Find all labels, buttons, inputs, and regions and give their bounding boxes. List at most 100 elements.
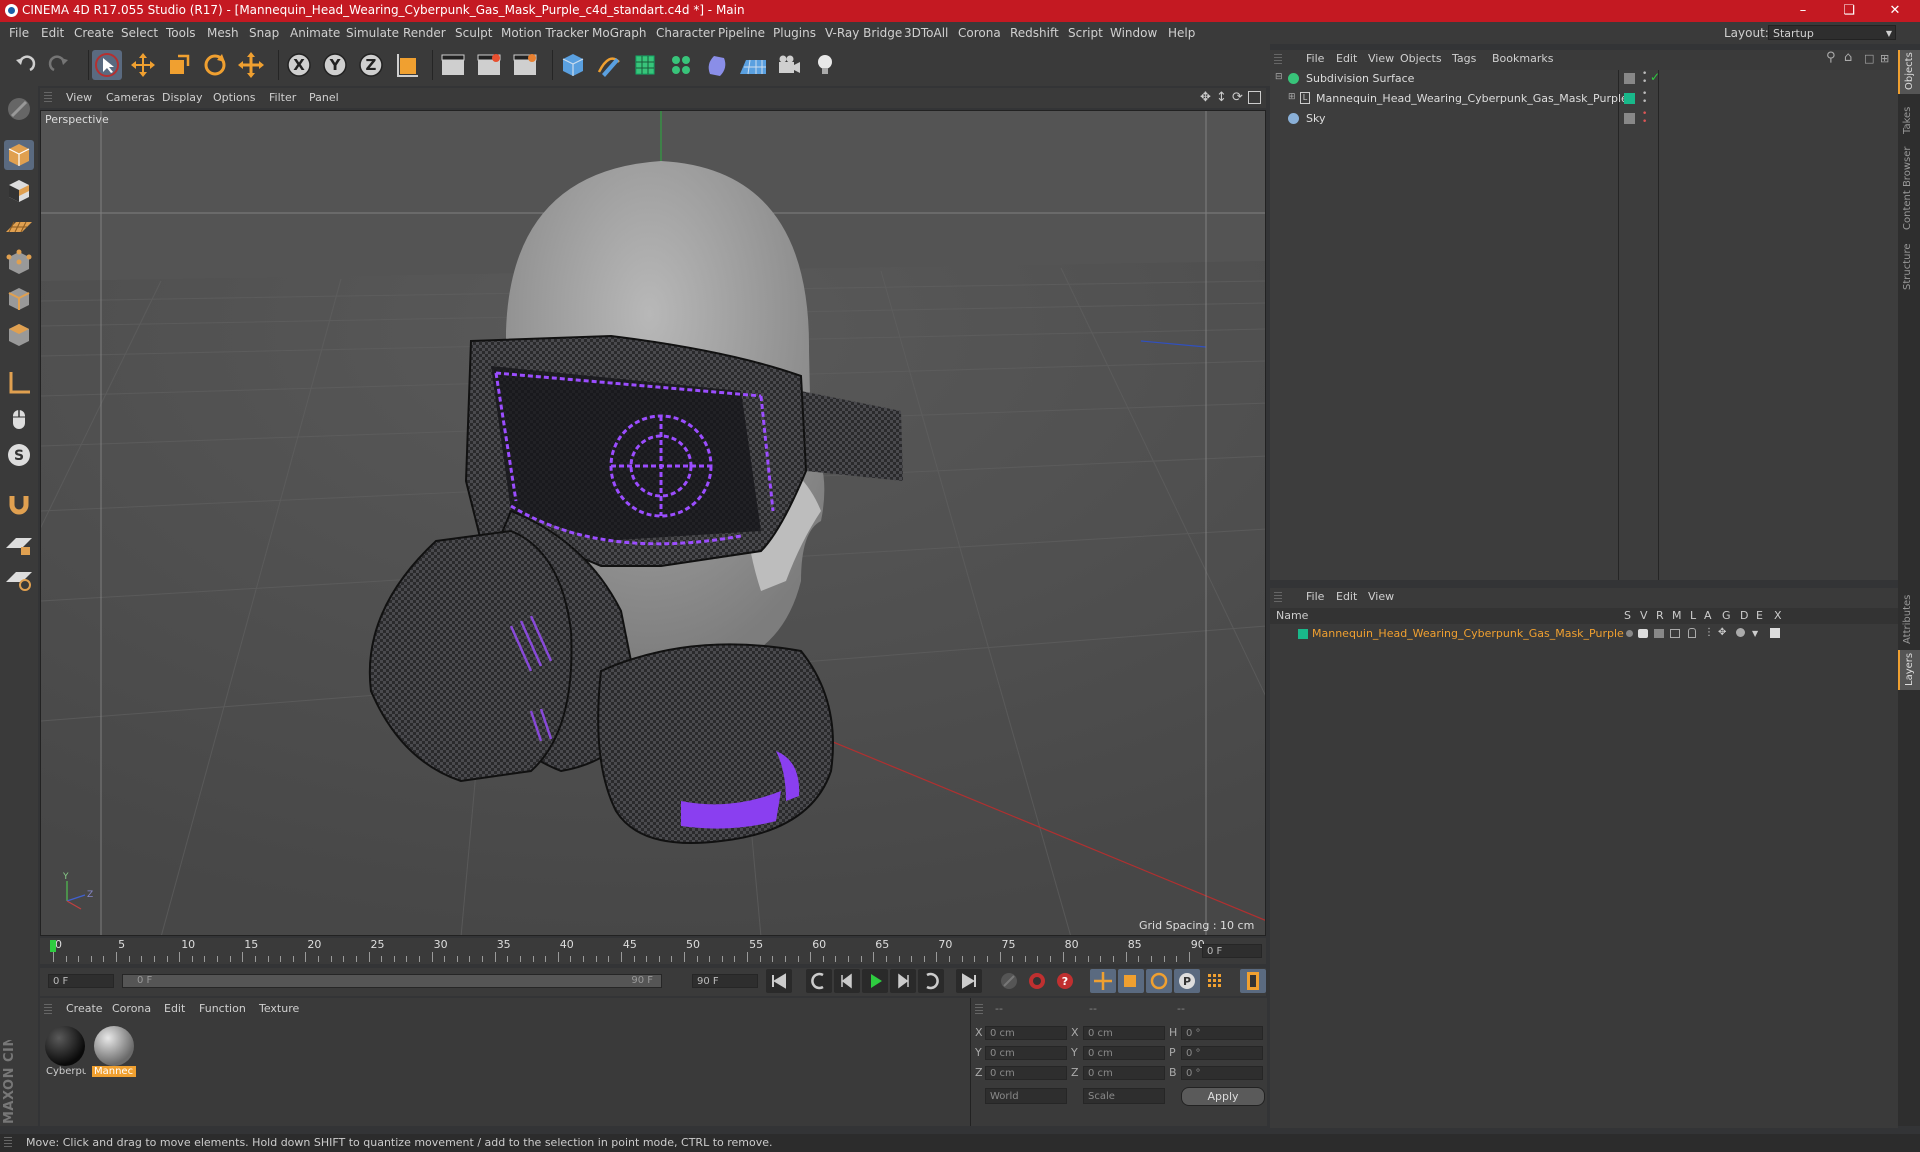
layer-color-icon[interactable] [1624,93,1635,104]
object-menu-view[interactable]: View [1368,52,1394,65]
viewport-menu-panel[interactable]: Panel [309,91,339,104]
coordinate-mode-dropdown[interactable]: World [985,1088,1067,1104]
new-window-icon[interactable]: □ [1864,52,1874,65]
object-row-subdivision[interactable]: ⊟ Subdivision Surface • • ✓ [1270,70,1898,88]
playhead-marker[interactable] [50,940,56,952]
edges-mode-button[interactable] [4,284,34,314]
menu-render[interactable]: Render [403,26,446,40]
object-row-sky[interactable]: Sky • • [1270,110,1898,128]
collapse-icon[interactable]: ⊟ [1275,72,1283,82]
points-mode-button[interactable] [4,248,34,278]
menu-sculpt[interactable]: Sculpt [455,26,492,40]
object-row-mannequin[interactable]: ⊞ L Mannequin_Head_Wearing_Cyberpunk_Gas… [1270,90,1898,108]
viewport-menu-cameras[interactable]: Cameras [106,91,155,104]
layer-menu-edit[interactable]: Edit [1336,590,1357,603]
visibility-dots-icon[interactable]: • • [1642,70,1647,87]
size-y-field[interactable]: 0 cm [1083,1046,1165,1060]
light-button[interactable] [810,50,840,80]
menu-window[interactable]: Window [1110,26,1157,40]
timeline-ruler[interactable]: 0 5 10 15 20 25 30 35 40 45 50 55 60 65 70 75 80 85 90 0 F [40,938,1266,964]
viewport-menu-options[interactable]: Options [213,91,255,104]
grid-lock-button[interactable] [4,530,34,560]
visibility-dots-icon[interactable]: • • [1642,90,1647,107]
key-position-button[interactable] [1090,969,1116,993]
pos-x-field[interactable]: 0 cm [985,1026,1067,1040]
home-icon[interactable]: ⌂ [1844,50,1852,65]
texture-mode-button[interactable] [4,176,34,206]
menu-tools[interactable]: Tools [166,26,196,40]
eye-icon[interactable] [1638,629,1648,638]
layer-color-swatch[interactable] [1298,629,1308,639]
polygons-mode-button[interactable] [4,320,34,350]
material-swatch-mannequin[interactable]: Mannec [92,1024,136,1080]
zoom-view-icon[interactable]: ↕ [1216,90,1227,105]
axis-mode-button[interactable] [4,368,34,398]
next-key-button[interactable] [918,969,944,993]
xref-icon[interactable] [1770,628,1780,638]
deformer-button[interactable] [702,50,732,80]
layer-menu-file[interactable]: File [1306,590,1324,603]
pos-z-field[interactable]: 0 cm [985,1066,1067,1080]
snap-button[interactable] [4,488,34,518]
start-frame-field[interactable]: 0 F [48,974,114,988]
maximize-view-icon[interactable] [1248,91,1261,104]
menu-character[interactable]: Character [656,26,715,40]
rotate-tool-button[interactable] [200,50,230,80]
current-frame-field[interactable]: 0 F [1202,944,1262,958]
panel-menu-icon[interactable]: ⊞ [1880,52,1889,65]
solo-mode-button[interactable]: S [4,440,34,470]
size-mode-dropdown[interactable]: Scale [1083,1088,1165,1104]
key-parameter-button[interactable]: P [1174,969,1200,993]
object-menu-objects[interactable]: Objects [1400,52,1442,65]
rot-p-field[interactable]: 0 ° [1181,1046,1263,1060]
material-menu-edit[interactable]: Edit [164,1002,185,1015]
maximize-button[interactable]: ❏ [1826,0,1872,22]
tab-objects[interactable]: Objects [1898,50,1920,94]
menu-motion-tracker[interactable]: Motion Tracker [501,26,589,40]
tab-layers[interactable]: Layers [1898,650,1920,690]
z-axis-lock-button[interactable]: Z [356,50,386,80]
search-icon[interactable]: ⚲ [1826,50,1836,65]
live-selection-button[interactable] [236,50,266,80]
layer-icon[interactable] [1624,73,1635,84]
generator-icon[interactable]: ✥ [1718,627,1726,638]
size-z-field[interactable]: 0 cm [1083,1066,1165,1080]
object-menu-bookmarks[interactable]: Bookmarks [1492,52,1553,65]
size-x-field[interactable]: 0 cm [1083,1026,1165,1040]
menu-mograph[interactable]: MoGraph [592,26,647,40]
object-menu-tags[interactable]: Tags [1452,52,1476,65]
menu-select[interactable]: Select [121,26,158,40]
workplane-mode-button[interactable] [4,212,34,242]
material-menu-create[interactable]: Create [66,1002,103,1015]
x-axis-lock-button[interactable]: X [284,50,314,80]
menu-animate[interactable]: Animate [290,26,340,40]
select-tool-button[interactable] [92,50,122,80]
motion-record-button[interactable] [996,969,1022,993]
render-view-button[interactable] [438,50,468,80]
play-button[interactable] [862,969,888,993]
menu-mesh[interactable]: Mesh [207,26,239,40]
layer-icon[interactable] [1624,113,1635,124]
key-rotation-button[interactable] [1146,969,1172,993]
tweak-mode-button[interactable] [4,404,34,434]
menu-create[interactable]: Create [74,26,114,40]
scale-tool-button[interactable] [164,50,194,80]
go-to-start-button[interactable] [766,969,792,993]
timeline-settings-button[interactable] [1240,969,1266,993]
layer-row[interactable]: Mannequin_Head_Wearing_Cyberpunk_Gas_Mas… [1270,626,1898,642]
3d-viewport[interactable]: Y Z Perspective Grid Spacing : 10 cm [40,110,1266,936]
viewport-menu-display[interactable]: Display [162,91,203,104]
tab-content-browser[interactable]: Content Browser [1898,142,1920,232]
record-button[interactable] [1024,969,1050,993]
grid-rotate-button[interactable] [4,564,34,594]
menu-corona[interactable]: Corona [958,26,1001,40]
spline-pen-button[interactable] [594,50,624,80]
next-frame-button[interactable] [890,969,916,993]
go-to-end-button[interactable] [956,969,982,993]
visibility-dots-icon[interactable]: • • [1642,110,1647,127]
previous-key-button[interactable] [806,969,832,993]
object-menu-edit[interactable]: Edit [1336,52,1357,65]
layout-dropdown[interactable]: Startup ▼ [1768,25,1896,40]
checkmark-icon[interactable]: ✓ [1650,70,1660,84]
apply-button[interactable]: Apply [1181,1087,1265,1106]
